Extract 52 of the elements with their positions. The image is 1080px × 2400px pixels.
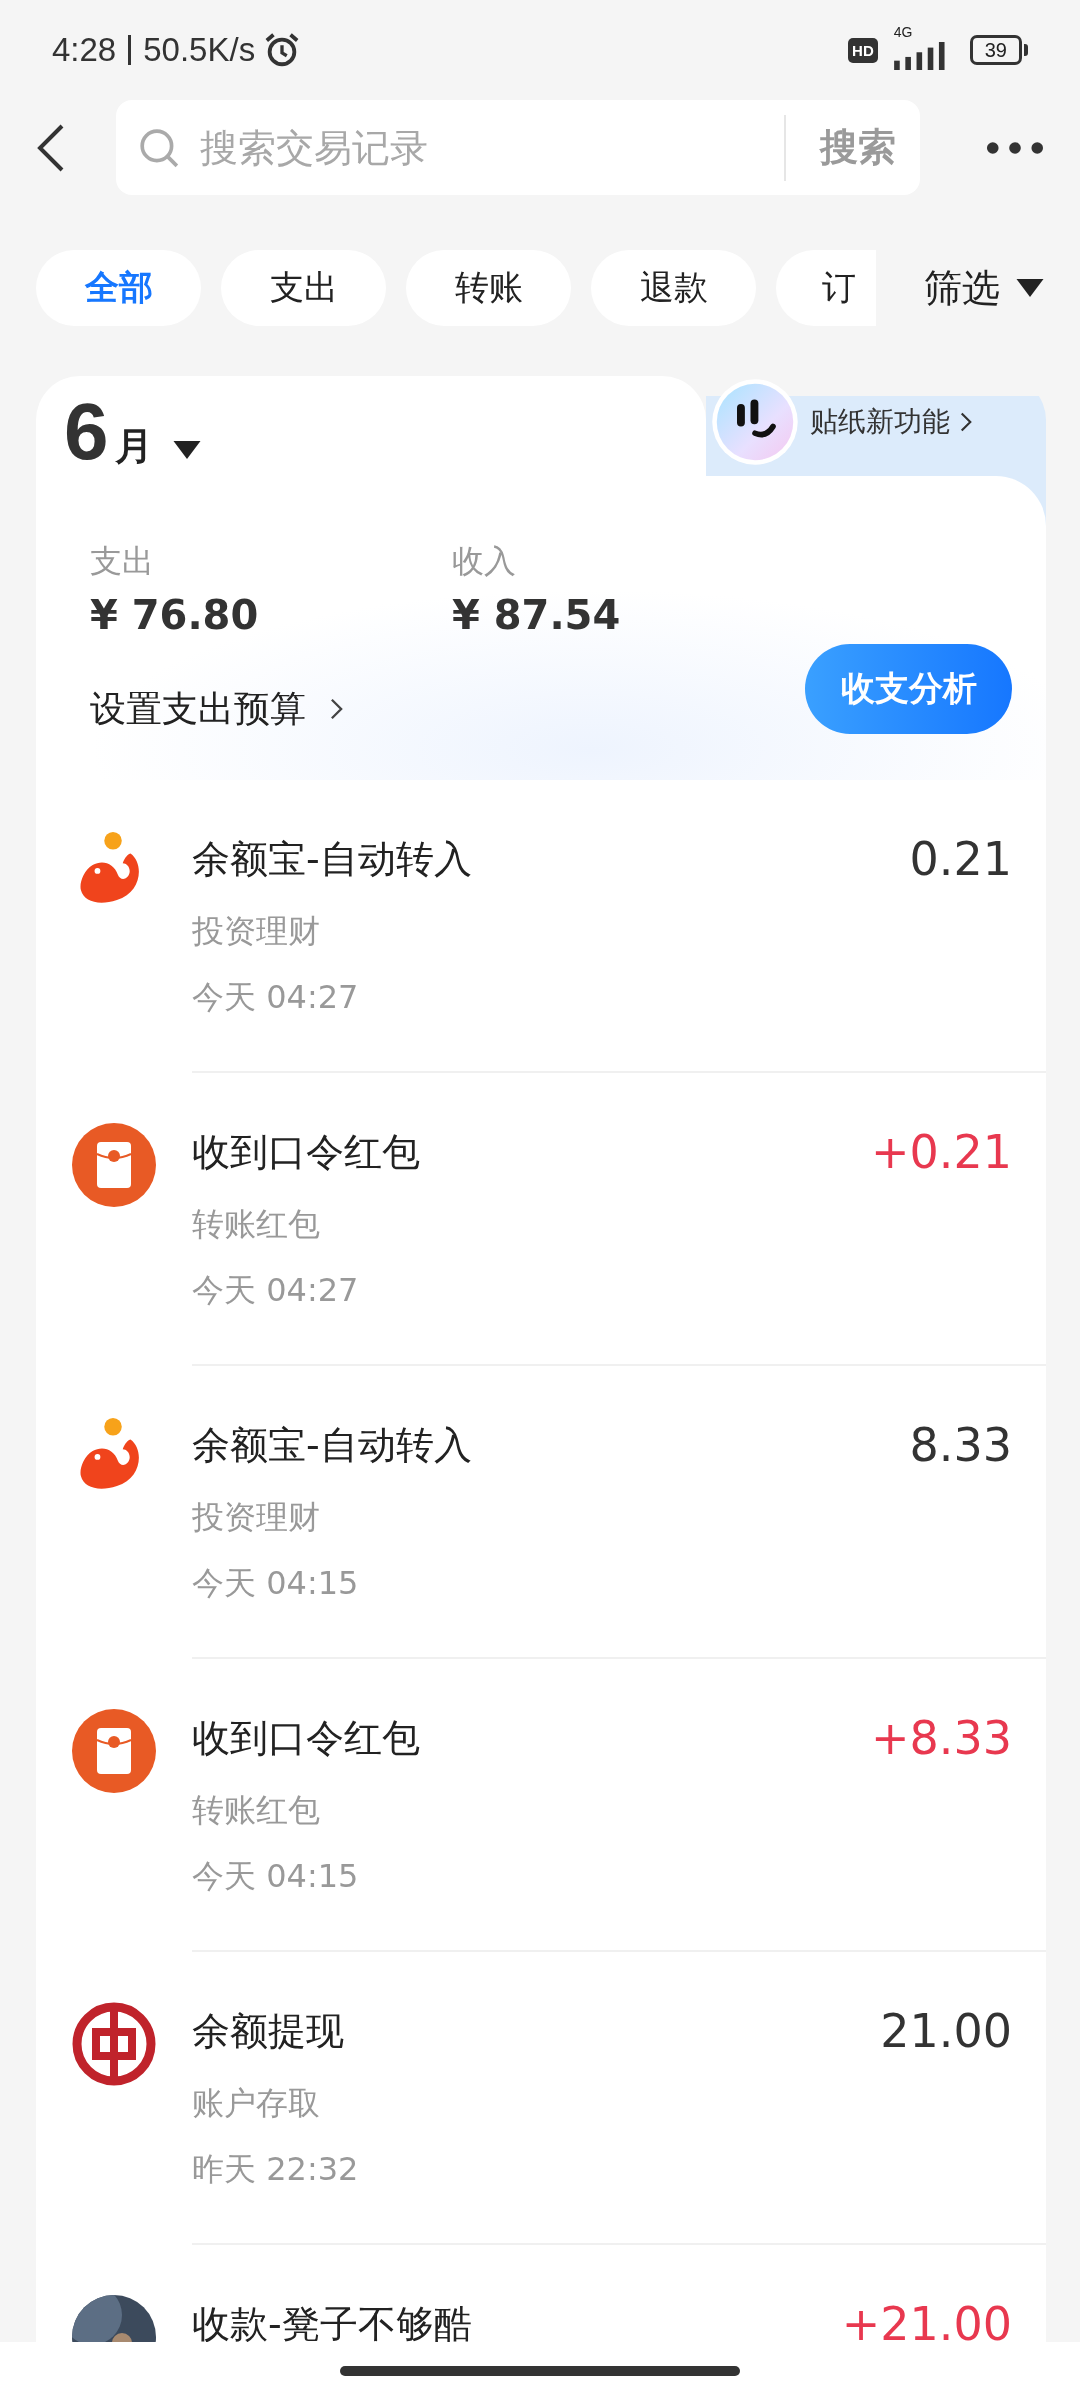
search-icon bbox=[138, 126, 180, 169]
hd-badge: HD bbox=[848, 37, 878, 63]
transaction-amount: 21.00 bbox=[880, 2004, 1012, 2058]
transaction-time: 今天 04:15 bbox=[192, 1563, 360, 1604]
transaction-category: 投资理财 bbox=[192, 1497, 321, 1538]
transaction-title: 余额提现 bbox=[192, 2007, 344, 2055]
transaction-category: 投资理财 bbox=[192, 911, 321, 952]
chevron-right-icon bbox=[960, 411, 972, 433]
status-time: 4:28 bbox=[52, 31, 117, 69]
transaction-amount: +21.00 bbox=[841, 2297, 1012, 2342]
network-speed: 50.5K/s bbox=[143, 31, 256, 69]
transaction-time: 今天 04:27 bbox=[192, 1270, 360, 1311]
smiley-sticker-icon bbox=[710, 377, 800, 467]
chevron-right-icon bbox=[330, 697, 343, 721]
transaction-title: 收款-凳子不够酷 bbox=[192, 2300, 472, 2342]
envelope-icon bbox=[72, 1123, 156, 1207]
battery-cap-icon bbox=[1024, 44, 1028, 56]
bank-icon bbox=[72, 2002, 156, 2086]
transaction-amount: +0.21 bbox=[871, 1125, 1012, 1179]
month-unit: 月 bbox=[114, 423, 153, 470]
transaction-title: 余额宝-自动转入 bbox=[192, 1421, 472, 1469]
sticker-link[interactable]: 贴纸新功能 bbox=[706, 376, 1046, 468]
transaction-time: 今天 04:15 bbox=[192, 1856, 360, 1897]
transaction-category: 账户存取 bbox=[192, 2083, 321, 2124]
transaction-amount: 8.33 bbox=[909, 1418, 1012, 1472]
back-icon[interactable] bbox=[36, 122, 66, 173]
transaction-amount: 0.21 bbox=[909, 832, 1012, 886]
expense-total: ¥ 76.80 bbox=[90, 592, 260, 638]
envelope-icon bbox=[72, 1709, 156, 1793]
filter-tab[interactable]: 全部 bbox=[36, 250, 201, 326]
transaction-category: 转账红包 bbox=[192, 1204, 321, 1245]
dropdown-icon bbox=[1016, 279, 1044, 297]
income-total: ¥ 87.54 bbox=[452, 592, 622, 638]
more-icon[interactable] bbox=[986, 140, 1044, 155]
dropdown-icon[interactable] bbox=[172, 441, 201, 459]
transaction-amount: +8.33 bbox=[871, 1711, 1012, 1765]
budget-link[interactable]: 设置支出预算 bbox=[90, 684, 343, 734]
income-label: 收入 bbox=[452, 541, 517, 582]
filter-tab[interactable]: 转账 bbox=[406, 250, 571, 326]
filter-tab[interactable]: 支出 bbox=[221, 250, 386, 326]
expense-label: 支出 bbox=[90, 541, 155, 582]
month-number: 6 bbox=[64, 390, 109, 474]
filter-tab[interactable]: 订 bbox=[776, 250, 876, 326]
transaction-time: 今天 04:27 bbox=[192, 977, 360, 1018]
network-label: 4G bbox=[893, 24, 913, 40]
battery-indicator: 39 bbox=[969, 35, 1022, 65]
transaction-category: 转账红包 bbox=[192, 1790, 321, 1831]
transaction-title: 余额宝-自动转入 bbox=[192, 835, 472, 883]
transaction-title: 收到口令红包 bbox=[192, 1714, 420, 1762]
filter-tab[interactable]: 退款 bbox=[591, 250, 756, 326]
transaction-title: 收到口令红包 bbox=[192, 1128, 420, 1176]
transaction-time: 昨天 22:32 bbox=[192, 2149, 360, 2190]
